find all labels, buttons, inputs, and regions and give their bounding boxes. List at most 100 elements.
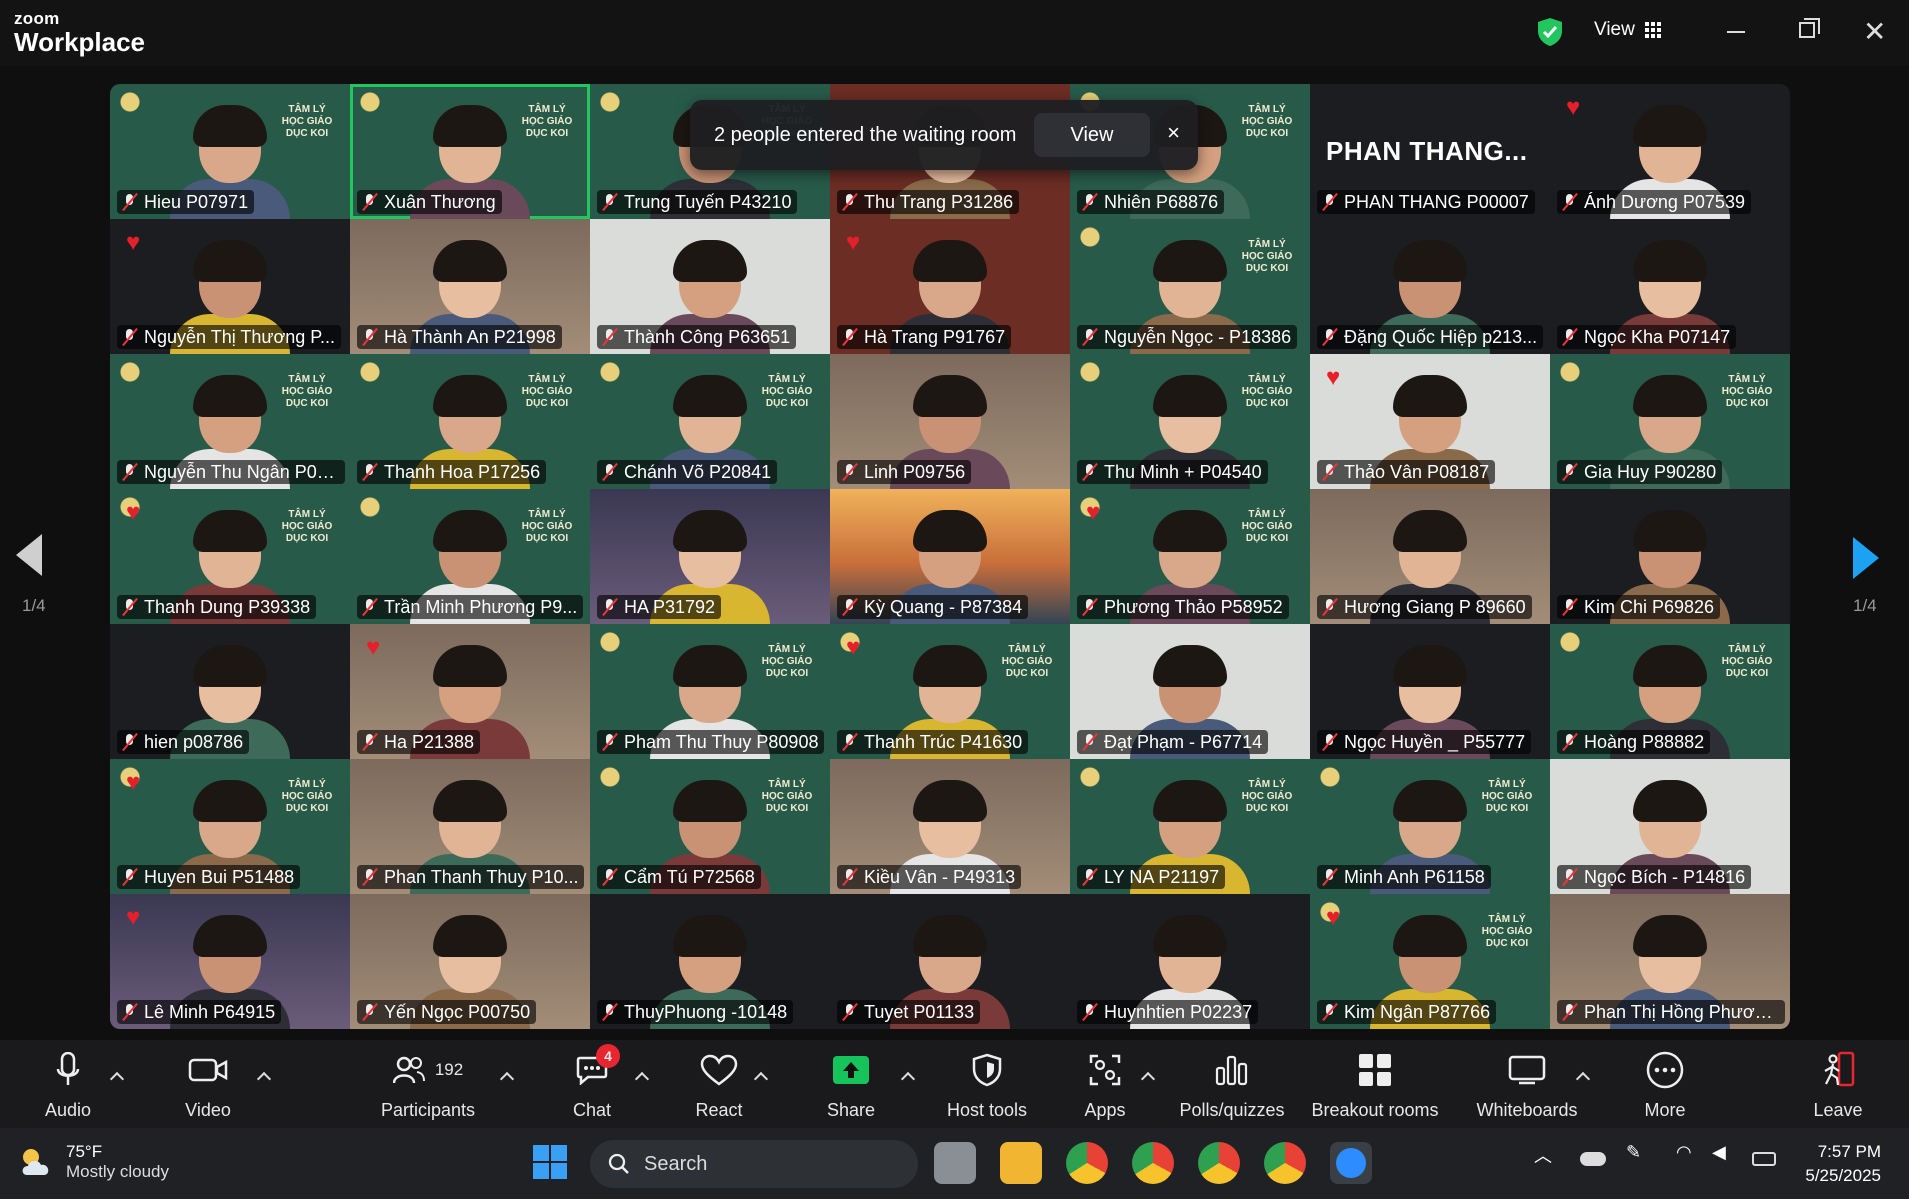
- participant-tile[interactable]: TÂM LÝ HỌC GIÁO DỤC KOI Xuân Thương: [350, 84, 590, 219]
- audio-button[interactable]: Audio: [40, 1048, 96, 1121]
- system-clock[interactable]: 7:57 PM 5/25/2025: [1805, 1140, 1881, 1188]
- whiteboards-button[interactable]: Whiteboards: [1474, 1048, 1580, 1121]
- participant-tile[interactable]: TÂM LÝ HỌC GIÁO DỤC KOI Hieu P07971: [110, 84, 350, 219]
- participant-tile[interactable]: ♥ Lê Minh P64915: [110, 894, 350, 1029]
- participant-tile[interactable]: TÂM LÝ HỌC GIÁO DỤC KOI Thanh Hoa P17256: [350, 354, 590, 489]
- participant-tile[interactable]: hien p08786: [110, 624, 350, 759]
- chrome-icon[interactable]: [1066, 1142, 1108, 1184]
- participant-tile[interactable]: HA P31792: [590, 489, 830, 624]
- participant-tile[interactable]: Phan Thanh Thuy P10...: [350, 759, 590, 894]
- participant-tile[interactable]: TÂM LÝ HỌC GIÁO DỤC KOI Pham Thu Thuy P80…: [590, 624, 830, 759]
- share-options-caret-icon[interactable]: [901, 1070, 913, 1082]
- share-button[interactable]: Share: [826, 1048, 876, 1121]
- chrome-profile-4-icon[interactable]: [1264, 1142, 1306, 1184]
- participant-tile[interactable]: TÂM LÝ HỌC GIÁO DỤC KOI Minh Anh P61158: [1310, 759, 1550, 894]
- participant-tile[interactable]: TÂM LÝ HỌC GIÁO DỤC KOI Nguyễn Ngọc - P18…: [1070, 219, 1310, 354]
- participant-tile[interactable]: ♥ Ha P21388: [350, 624, 590, 759]
- close-window-icon[interactable]: ✕: [1863, 18, 1886, 46]
- participant-tile[interactable]: TÂM LÝ HỌC GIÁO DỤC KOI Gia Huy P90280: [1550, 354, 1790, 489]
- file-explorer-icon[interactable]: [1000, 1142, 1042, 1184]
- participant-tile[interactable]: TÂM LÝ HỌC GIÁO DỤC KOI LY NA P21197: [1070, 759, 1310, 894]
- participant-tile[interactable]: Hà Thành An P21998: [350, 219, 590, 354]
- show-hidden-icons-caret-icon[interactable]: ︿: [1534, 1142, 1552, 1168]
- react-options-caret-icon[interactable]: [754, 1070, 766, 1082]
- whiteboards-options-caret-icon[interactable]: [1576, 1070, 1588, 1082]
- apps-options-caret-icon[interactable]: [1141, 1070, 1153, 1082]
- participant-tile[interactable]: TÂM LÝ HỌC GIÁO DỤC KOI ♥ Huyen Bui P51488: [110, 759, 350, 894]
- participant-tile[interactable]: Ngọc Kha P07147: [1550, 219, 1790, 354]
- participant-tile[interactable]: ♥ Hà Trang P91767: [830, 219, 1070, 354]
- chrome-profile-3-icon[interactable]: [1198, 1142, 1240, 1184]
- participant-tile[interactable]: Huynhtien P02237: [1070, 894, 1310, 1029]
- participant-tile[interactable]: TÂM LÝ HỌC GIÁO DỤC KOI Cẩm Tú P72568: [590, 759, 830, 894]
- participant-tile[interactable]: Kiều Vân - P49313: [830, 759, 1070, 894]
- previous-page-arrow-icon[interactable]: [16, 534, 44, 578]
- video-button[interactable]: Video: [178, 1048, 238, 1121]
- host-tools-button[interactable]: Host tools: [940, 1048, 1034, 1121]
- apps-button[interactable]: Apps: [1082, 1048, 1128, 1121]
- zoom-taskbar-icon[interactable]: [1330, 1142, 1372, 1184]
- restore-icon[interactable]: [1799, 18, 1820, 38]
- taskbar-search-box[interactable]: Search: [590, 1140, 918, 1188]
- toast-view-button[interactable]: View: [1034, 113, 1150, 157]
- participant-tile[interactable]: PHAN THANG... PHAN THANG P00007: [1310, 84, 1550, 219]
- participant-tile[interactable]: Đạt Phạm - P67714: [1070, 624, 1310, 759]
- windows-start-icon[interactable]: [532, 1144, 568, 1180]
- participant-tile[interactable]: Đặng Quốc Hiệp p213...: [1310, 219, 1550, 354]
- task-view-icon[interactable]: [934, 1142, 976, 1184]
- toast-close-icon[interactable]: ×: [1167, 120, 1180, 146]
- chat-options-caret-icon[interactable]: [635, 1070, 647, 1082]
- participant-tile[interactable]: Tuyet P01133: [830, 894, 1070, 1029]
- participant-name: Hà Thành An P21998: [384, 326, 556, 347]
- participant-tile[interactable]: TÂM LÝ HỌC GIÁO DỤC KOI Trần Minh Phương …: [350, 489, 590, 624]
- chat-button[interactable]: Chat 4: [568, 1044, 620, 1121]
- muted-mic-icon: [1561, 868, 1579, 886]
- leave-button[interactable]: Leave: [1812, 1048, 1864, 1121]
- participant-tile[interactable]: ♥ Nguyễn Thị Thương P...: [110, 219, 350, 354]
- participant-tile[interactable]: Phan Thị Hồng Phươn...: [1550, 894, 1790, 1029]
- search-icon: [608, 1153, 629, 1174]
- participant-tile[interactable]: TÂM LÝ HỌC GIÁO DỤC KOI Thu Minh + P04540: [1070, 354, 1310, 489]
- more-button[interactable]: More: [1640, 1048, 1690, 1121]
- security-shield-icon[interactable]: [1537, 17, 1563, 47]
- battery-icon[interactable]: [1752, 1152, 1776, 1166]
- weather-widget[interactable]: 75°F Mostly cloudy: [18, 1142, 169, 1182]
- participant-tile[interactable]: TÂM LÝ HỌC GIÁO DỤC KOI ♥ Thanh Trúc P4163…: [830, 624, 1070, 759]
- participant-tile[interactable]: TÂM LÝ HỌC GIÁO DỤC KOI Chánh Võ P20841: [590, 354, 830, 489]
- participant-tile[interactable]: TÂM LÝ HỌC GIÁO DỤC KOI Nguyễn Thu Ngân P…: [110, 354, 350, 489]
- participant-tile[interactable]: Hương Giang P 89660: [1310, 489, 1550, 624]
- volume-icon[interactable]: ◀: [1712, 1142, 1726, 1163]
- video-options-caret-icon[interactable]: [257, 1070, 269, 1082]
- breakout-rooms-label: Breakout rooms: [1311, 1100, 1439, 1120]
- participant-tile[interactable]: Yến Ngọc P00750: [350, 894, 590, 1029]
- participant-tile[interactable]: TÂM LÝ HỌC GIÁO DỤC KOI ♥ Thanh Dung P3933…: [110, 489, 350, 624]
- participant-tile[interactable]: ♥ Ánh Dương P07539: [1550, 84, 1790, 219]
- minimize-icon[interactable]: [1727, 31, 1745, 33]
- participant-tile[interactable]: TÂM LÝ HỌC GIÁO DỤC KOI Hoàng P88882: [1550, 624, 1790, 759]
- participant-tile[interactable]: ♥ Thảo Vân P08187: [1310, 354, 1550, 489]
- participants-button[interactable]: 192 Participants: [374, 1048, 482, 1121]
- participant-tile[interactable]: TÂM LÝ HỌC GIÁO DỤC KOI ♥ Kim Ngân P87766: [1310, 894, 1550, 1029]
- onedrive-cloud-icon[interactable]: [1580, 1152, 1606, 1166]
- participant-tile[interactable]: ThuyPhuong -10148: [590, 894, 830, 1029]
- wifi-icon[interactable]: ◠: [1676, 1142, 1692, 1163]
- participant-name: hien p08786: [144, 731, 244, 752]
- participant-tile[interactable]: Linh P09756: [830, 354, 1070, 489]
- view-button[interactable]: View: [1594, 19, 1661, 41]
- participant-tile[interactable]: TÂM LÝ HỌC GIÁO DỤC KOI ♥ Phương Thảo P589…: [1070, 489, 1310, 624]
- next-page-arrow-icon[interactable]: [1853, 537, 1881, 581]
- participant-tile[interactable]: Ngọc Huyền _ P55777: [1310, 624, 1550, 759]
- participants-options-caret-icon[interactable]: [500, 1070, 512, 1082]
- participant-tile[interactable]: Kim Chi P69826: [1550, 489, 1790, 624]
- breakout-rooms-button[interactable]: Breakout rooms: [1308, 1048, 1442, 1121]
- search-label: Search: [644, 1152, 708, 1175]
- participant-tile[interactable]: Thành Công P63651: [590, 219, 830, 354]
- pen-input-icon[interactable]: ✎: [1626, 1142, 1641, 1163]
- toast-message: 2 people entered the waiting room: [714, 123, 1017, 146]
- audio-options-caret-icon[interactable]: [110, 1070, 122, 1082]
- participant-tile[interactable]: Ngọc Bích - P14816: [1550, 759, 1790, 894]
- react-button[interactable]: React: [694, 1048, 744, 1121]
- participant-tile[interactable]: Kỳ Quang - P87384: [830, 489, 1070, 624]
- polls-quizzes-button[interactable]: Polls/quizzes: [1178, 1048, 1286, 1121]
- chrome-profile-2-icon[interactable]: [1132, 1142, 1174, 1184]
